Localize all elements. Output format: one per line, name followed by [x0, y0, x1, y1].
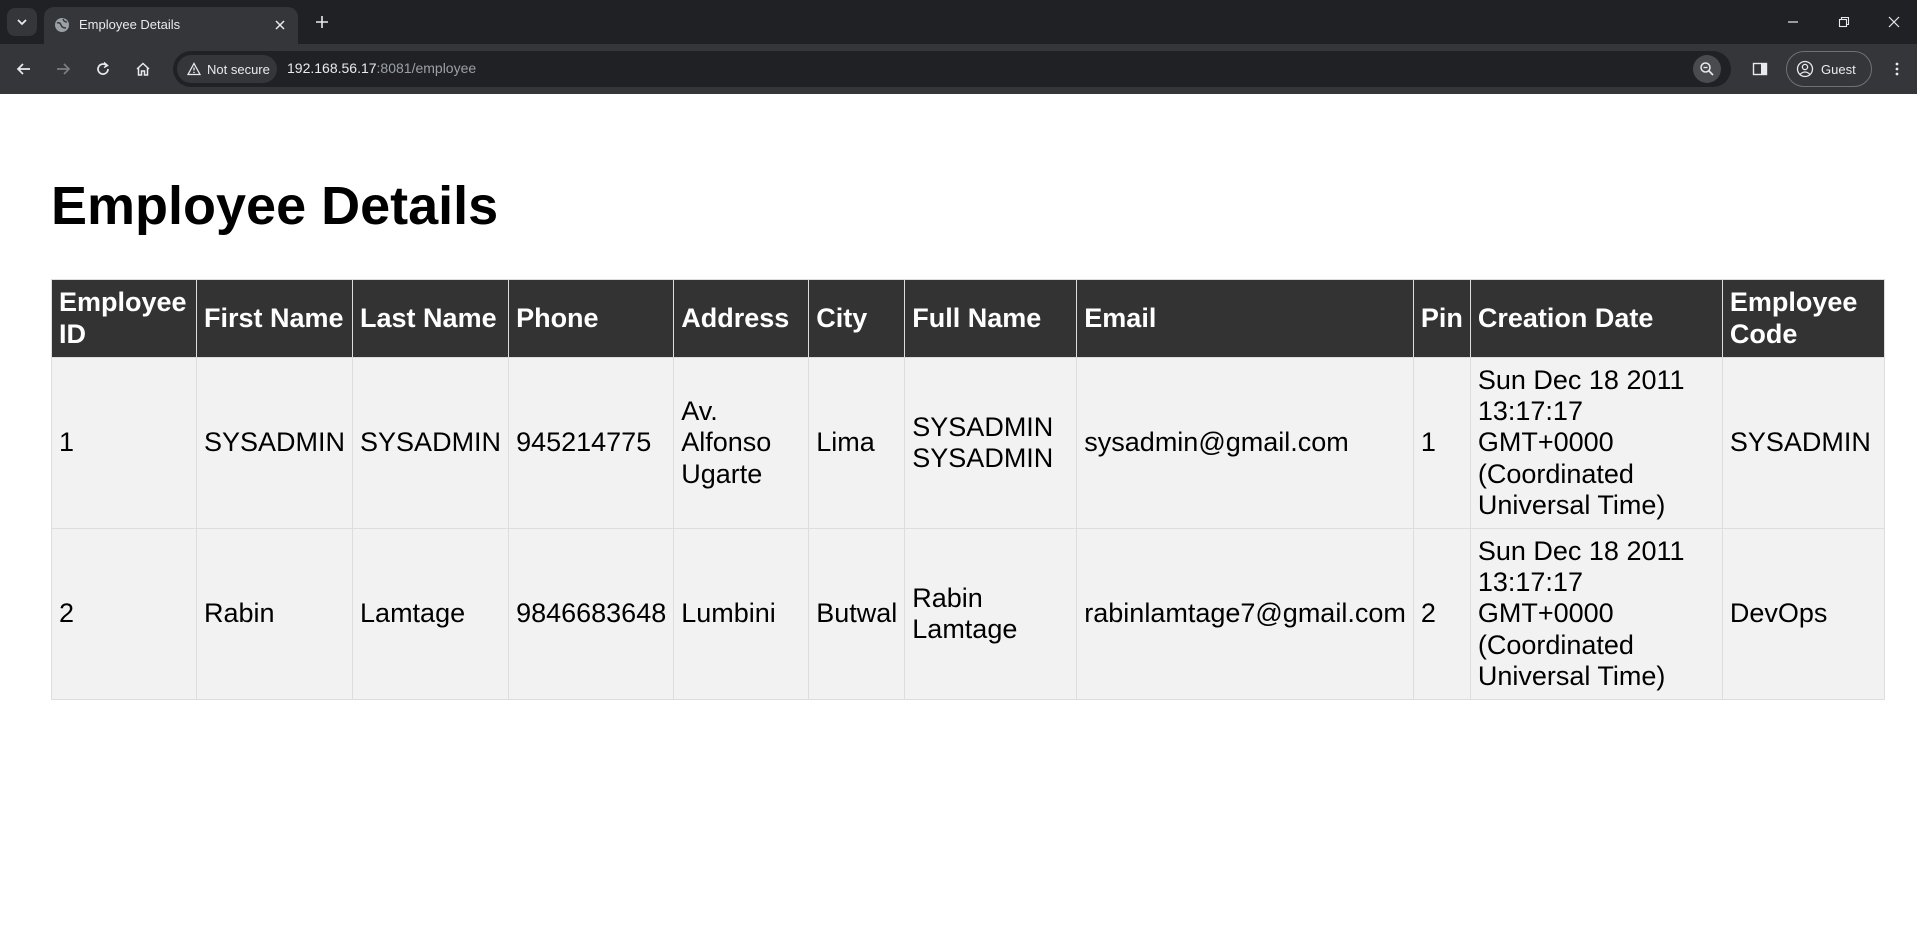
tab-title: Employee Details	[79, 17, 181, 32]
page-content: Employee Details Employee ID First Name …	[0, 95, 1917, 934]
plus-icon	[316, 16, 328, 28]
address-bar[interactable]: Not secure 192.168.56.17:8081/employee	[173, 51, 1731, 87]
column-header-employee-code: Employee Code	[1721, 279, 1885, 358]
cell-email: rabinlamtage7@gmail.com	[1076, 528, 1414, 700]
cell-address: Lumbini	[673, 528, 810, 700]
chevron-down-icon	[17, 19, 27, 26]
site-info-button[interactable]: Not secure	[177, 55, 277, 83]
tab-search-button[interactable]	[7, 8, 37, 36]
cell-creation-date: Sun Dec 18 2011 13:17:17 GMT+0000 (Coord…	[1469, 528, 1723, 700]
browser-toolbar: Not secure 192.168.56.17:8081/employee G…	[0, 44, 1917, 94]
restore-icon	[1838, 16, 1850, 28]
warning-icon	[187, 62, 201, 76]
cell-email: sysadmin@gmail.com	[1076, 357, 1414, 529]
profile-button[interactable]: Guest	[1786, 51, 1872, 87]
cell-last-name: Lamtage	[352, 528, 510, 700]
column-header-employee-id: Employee ID	[51, 279, 197, 358]
close-icon	[1888, 16, 1900, 28]
cell-city: Butwal	[808, 528, 906, 700]
reload-button[interactable]	[88, 54, 118, 84]
arrow-right-icon	[57, 63, 71, 75]
cell-first-name: Rabin	[195, 528, 354, 700]
browser-menu-button[interactable]	[1882, 54, 1912, 84]
cell-creation-date: Sun Dec 18 2011 13:17:17 GMT+0000 (Coord…	[1469, 357, 1723, 529]
cell-employee-code: DevOps	[1721, 528, 1885, 700]
cell-address: Av. Alfonso Ugarte	[673, 357, 810, 529]
url-path: :8081/employee	[376, 60, 477, 76]
cell-phone: 9846683648	[508, 528, 675, 700]
tab-employee-details[interactable]: Employee Details	[44, 7, 298, 44]
cell-full-name: Rabin Lamtage	[904, 528, 1078, 700]
close-window-button[interactable]	[1877, 8, 1911, 36]
side-panel-button[interactable]	[1745, 54, 1775, 84]
column-header-last-name: Last Name	[352, 279, 510, 358]
security-label: Not secure	[207, 61, 270, 77]
back-button[interactable]	[9, 54, 39, 84]
table-header-row: Employee ID First Name Last Name Phone A…	[51, 279, 1885, 358]
restore-button[interactable]	[1827, 8, 1861, 36]
column-header-city: City	[808, 279, 906, 358]
minimize-button[interactable]	[1776, 8, 1810, 36]
browser-tab-bar: Employee Details	[0, 0, 1917, 44]
new-tab-button[interactable]	[310, 10, 334, 34]
cell-employee-id: 1	[51, 357, 197, 529]
table-row: 2 Rabin Lamtage 9846683648 Lumbini Butwa…	[51, 528, 1885, 700]
page-title: Employee Details	[51, 176, 499, 236]
cell-employee-code: SYSADMIN	[1721, 357, 1885, 529]
column-header-address: Address	[673, 279, 810, 358]
profile-label: Guest	[1821, 61, 1856, 77]
home-button[interactable]	[128, 54, 158, 84]
account-icon	[1796, 60, 1814, 78]
column-header-phone: Phone	[508, 279, 675, 358]
column-header-creation-date: Creation Date	[1469, 279, 1723, 358]
url-host: 192.168.56.17	[287, 60, 377, 76]
table-row: 1 SYSADMIN SYSADMIN 945214775 Av. Alfons…	[51, 357, 1885, 529]
arrow-left-icon	[16, 63, 30, 75]
cell-first-name: SYSADMIN	[195, 357, 354, 529]
zoom-icon	[1700, 62, 1714, 76]
minimize-icon	[1788, 21, 1798, 23]
cell-pin: 1	[1412, 357, 1471, 529]
cell-last-name: SYSADMIN	[352, 357, 510, 529]
cell-employee-id: 2	[51, 528, 197, 700]
cell-city: Lima	[808, 357, 906, 529]
cell-phone: 945214775	[508, 357, 675, 529]
employee-table: Employee ID First Name Last Name Phone A…	[51, 279, 1885, 700]
forward-button[interactable]	[48, 54, 78, 84]
url-text[interactable]: 192.168.56.17:8081/employee	[287, 60, 476, 76]
column-header-first-name: First Name	[195, 279, 354, 358]
tab-close-button[interactable]	[270, 15, 290, 35]
cell-pin: 2	[1412, 528, 1471, 700]
home-icon	[136, 62, 150, 76]
column-header-pin: Pin	[1412, 279, 1471, 358]
cell-full-name: SYSADMIN SYSADMIN	[904, 357, 1078, 529]
more-vertical-icon	[1895, 62, 1899, 76]
column-header-full-name: Full Name	[904, 279, 1078, 358]
close-icon	[275, 20, 285, 30]
zoom-button[interactable]	[1693, 55, 1721, 83]
globe-icon	[55, 18, 69, 32]
reload-icon	[97, 61, 109, 75]
side-panel-icon	[1752, 62, 1768, 76]
column-header-email: Email	[1076, 279, 1414, 358]
